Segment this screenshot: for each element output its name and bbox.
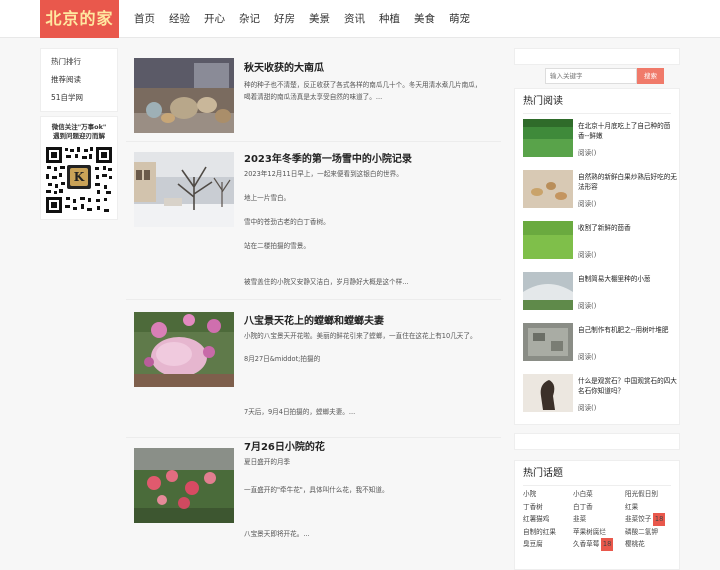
article-excerpt: 夏日盛开的月季 一直盛开的"牵牛花"，具体叫什么花，我不知道。 八宝景天即将开花… — [244, 458, 389, 538]
qr-caption-2: 遇到问题迎刃而解 — [53, 132, 105, 140]
hot-reading-item-title[interactable]: 自制简易大棚里种的小葱 — [578, 274, 678, 284]
hot-reading-item[interactable]: 自己制作有机肥之--用树叶堆肥 阅读() — [523, 321, 671, 369]
article-item: 2023年冬季的第一场雪中的小院记录 2023年12月11日早上，一起来便看到这… — [126, 142, 501, 300]
article-item: 7月26日小院的花 夏日盛开的月季 一直盛开的"牵牛花"，具体叫什么花，我不知道… — [126, 438, 501, 548]
hot-reading-thumbnail[interactable] — [523, 221, 573, 259]
wechat-qr-box: 微信关注"万事ok" 遇到问题迎刃而解 K — [40, 116, 118, 220]
hot-reading-item[interactable]: 收割了新鲜的茴香 阅读() — [523, 219, 671, 267]
hot-reading-item[interactable]: 自制简易大棚里种的小葱 阅读() — [523, 270, 671, 318]
hot-reading-thumbnail[interactable] — [523, 323, 573, 361]
topic-tag[interactable]: 久香草莓 18 — [573, 538, 625, 551]
hot-topics-title: 热门话题 — [523, 465, 671, 486]
nav-item-experience[interactable]: 经验 — [162, 0, 197, 38]
left-sidebar: 热门排行 推荐阅读 51自学网 微信关注"万事ok" 遇到问题迎刃而解 K — [40, 48, 118, 220]
topic-badge: 18 — [601, 538, 613, 551]
hot-reading-item-count: 阅读() — [578, 353, 597, 361]
topic-tag[interactable]: 自制的红果 — [523, 526, 573, 539]
article-list: 秋天收获的大南瓜 种的种子也不清楚，反正收获了各式各样的南瓜几十个。冬天用清水煮… — [126, 48, 501, 548]
nav-item-planting[interactable]: 种植 — [372, 0, 407, 38]
search-box: 搜索 — [514, 48, 680, 88]
article-thumbnail[interactable] — [134, 448, 234, 523]
hot-reading-thumbnail[interactable] — [523, 170, 573, 208]
left-menu: 热门排行 推荐阅读 51自学网 — [40, 48, 118, 112]
article-excerpt: 种的种子也不清楚，反正收获了各式各样的南瓜几十个。冬天用清水煮几片南瓜， 喝着清… — [244, 81, 482, 101]
topic-tag[interactable]: 白丁香 — [573, 501, 625, 514]
hot-reading-item-count: 阅读() — [578, 302, 597, 310]
topic-tag[interactable]: 红果 — [625, 501, 675, 514]
menu-item-recommended[interactable]: 推荐阅读 — [41, 71, 117, 89]
ad-slot — [514, 433, 680, 450]
topic-tag[interactable]: 丁香树 — [523, 501, 573, 514]
menu-item-hot-ranking[interactable]: 热门排行 — [41, 53, 117, 71]
hot-reading-item-count: 阅读() — [578, 404, 597, 412]
hot-topics-panel: 热门话题 小院 小白菜 阳光假日别 丁香树 白丁香 红果 红薯猫鸡 韭菜 韭菜饺… — [514, 460, 680, 570]
nav-item-happy[interactable]: 开心 — [197, 0, 232, 38]
nav-item-scenery[interactable]: 美景 — [302, 0, 337, 38]
hot-reading-item-count: 阅读() — [578, 149, 597, 157]
hot-reading-item-title[interactable]: 自然熟的新鲜白果炒熟后好吃的无法形容 — [578, 172, 678, 192]
article-thumbnail[interactable] — [134, 152, 234, 227]
hot-reading-thumbnail[interactable] — [523, 374, 573, 412]
svg-text:K: K — [74, 170, 85, 184]
article-title[interactable]: 2023年冬季的第一场雪中的小院记录 — [244, 150, 412, 165]
nav-item-pets[interactable]: 萌宠 — [442, 0, 477, 38]
nav-item-food[interactable]: 美食 — [407, 0, 442, 38]
hot-reading-item-title[interactable]: 什么是观赏石？中国观赏石的四大名石你知道吗？ — [578, 376, 678, 396]
topic-tag[interactable]: 红薯猫鸡 — [523, 513, 573, 526]
topic-tag-list: 小院 小白菜 阳光假日别 丁香树 白丁香 红果 红薯猫鸡 韭菜 韭菜饺子 18 自… — [523, 488, 671, 551]
hot-reading-item[interactable]: 什么是观赏石？中国观赏石的四大名石你知道吗？ 阅读() — [523, 372, 677, 420]
hot-reading-item-count: 阅读() — [578, 251, 597, 259]
site-logo[interactable]: 北京的家 — [40, 0, 119, 38]
hot-reading-item-count: 阅读() — [578, 200, 597, 208]
search-button[interactable]: 搜索 — [637, 68, 664, 84]
nav-item-home[interactable]: 首页 — [127, 0, 162, 38]
nav-item-news[interactable]: 资讯 — [337, 0, 372, 38]
topic-tag[interactable]: 阳光假日别 — [625, 488, 675, 501]
hot-reading-item-title[interactable]: 自己制作有机肥之--用树叶堆肥 — [578, 325, 678, 335]
topic-tag[interactable]: 小院 — [523, 488, 573, 501]
topic-badge: 18 — [653, 513, 665, 526]
article-excerpt: 2023年12月11日早上，一起来便看到这银白的世界。 地上一片雪白。 雪中的苍… — [244, 170, 409, 286]
nav-item-notes[interactable]: 杂记 — [232, 0, 267, 38]
main-nav: 首页 经验 开心 杂记 好房 美景 资讯 种植 美食 萌宠 — [127, 0, 477, 38]
topic-tag[interactable]: 苹果树腐烂 — [573, 526, 625, 539]
topic-tag[interactable]: 磷酸二氢钾 — [625, 526, 675, 539]
hot-reading-thumbnail[interactable] — [523, 119, 573, 157]
article-item: 秋天收获的大南瓜 种的种子也不清楚，反正收获了各式各样的南瓜几十个。冬天用清水煮… — [126, 48, 501, 142]
article-title[interactable]: 7月26日小院的花 — [244, 438, 325, 453]
hot-reading-item[interactable]: 在北京十月底吃上了自己种的茴香--鲜嫩 阅读() — [523, 117, 671, 165]
nav-item-houses[interactable]: 好房 — [267, 0, 302, 38]
hot-reading-item-title[interactable]: 在北京十月底吃上了自己种的茴香--鲜嫩 — [578, 121, 678, 141]
menu-item-51zxw[interactable]: 51自学网 — [41, 89, 117, 107]
article-thumbnail[interactable] — [134, 312, 234, 387]
article-excerpt: 小院的八宝景天开花啦。美丽的鲜花引来了螳螂，一直住在这花上有10几天了。 8月2… — [244, 332, 477, 416]
topic-tag[interactable]: 樱桃花 — [625, 538, 675, 551]
hot-reading-thumbnail[interactable] — [523, 272, 573, 310]
hot-reading-panel: 热门阅读 在北京十月底吃上了自己种的茴香--鲜嫩 阅读() 自然熟的新鲜白果炒熟… — [514, 88, 680, 425]
qr-caption-1: 微信关注"万事ok" — [51, 123, 107, 131]
topic-tag[interactable]: 韭菜饺子 18 — [625, 513, 675, 526]
topic-tag[interactable]: 臭豆腐 — [523, 538, 573, 551]
qr-code-icon: K — [46, 147, 112, 213]
topic-tag[interactable]: 小白菜 — [573, 488, 625, 501]
right-sidebar: 搜索 热门阅读 在北京十月底吃上了自己种的茴香--鲜嫩 阅读() 自然熟的新鲜白… — [514, 48, 680, 570]
article-title[interactable]: 八宝景天花上的螳螂和螳螂夫妻 — [244, 312, 384, 327]
article-title[interactable]: 秋天收获的大南瓜 — [244, 59, 324, 74]
article-thumbnail[interactable] — [134, 58, 234, 133]
hot-reading-item-title[interactable]: 收割了新鲜的茴香 — [578, 223, 678, 233]
topic-tag[interactable]: 韭菜 — [573, 513, 625, 526]
article-item: 八宝景天花上的螳螂和螳螂夫妻 小院的八宝景天开花啦。美丽的鲜花引来了螳螂，一直住… — [126, 300, 501, 438]
hot-reading-title: 热门阅读 — [523, 93, 671, 114]
site-header: 北京的家 首页 经验 开心 杂记 好房 美景 资讯 种植 美食 萌宠 — [0, 0, 720, 38]
search-input[interactable] — [545, 68, 637, 84]
hot-reading-item[interactable]: 自然熟的新鲜白果炒熟后好吃的无法形容 阅读() — [523, 168, 677, 216]
